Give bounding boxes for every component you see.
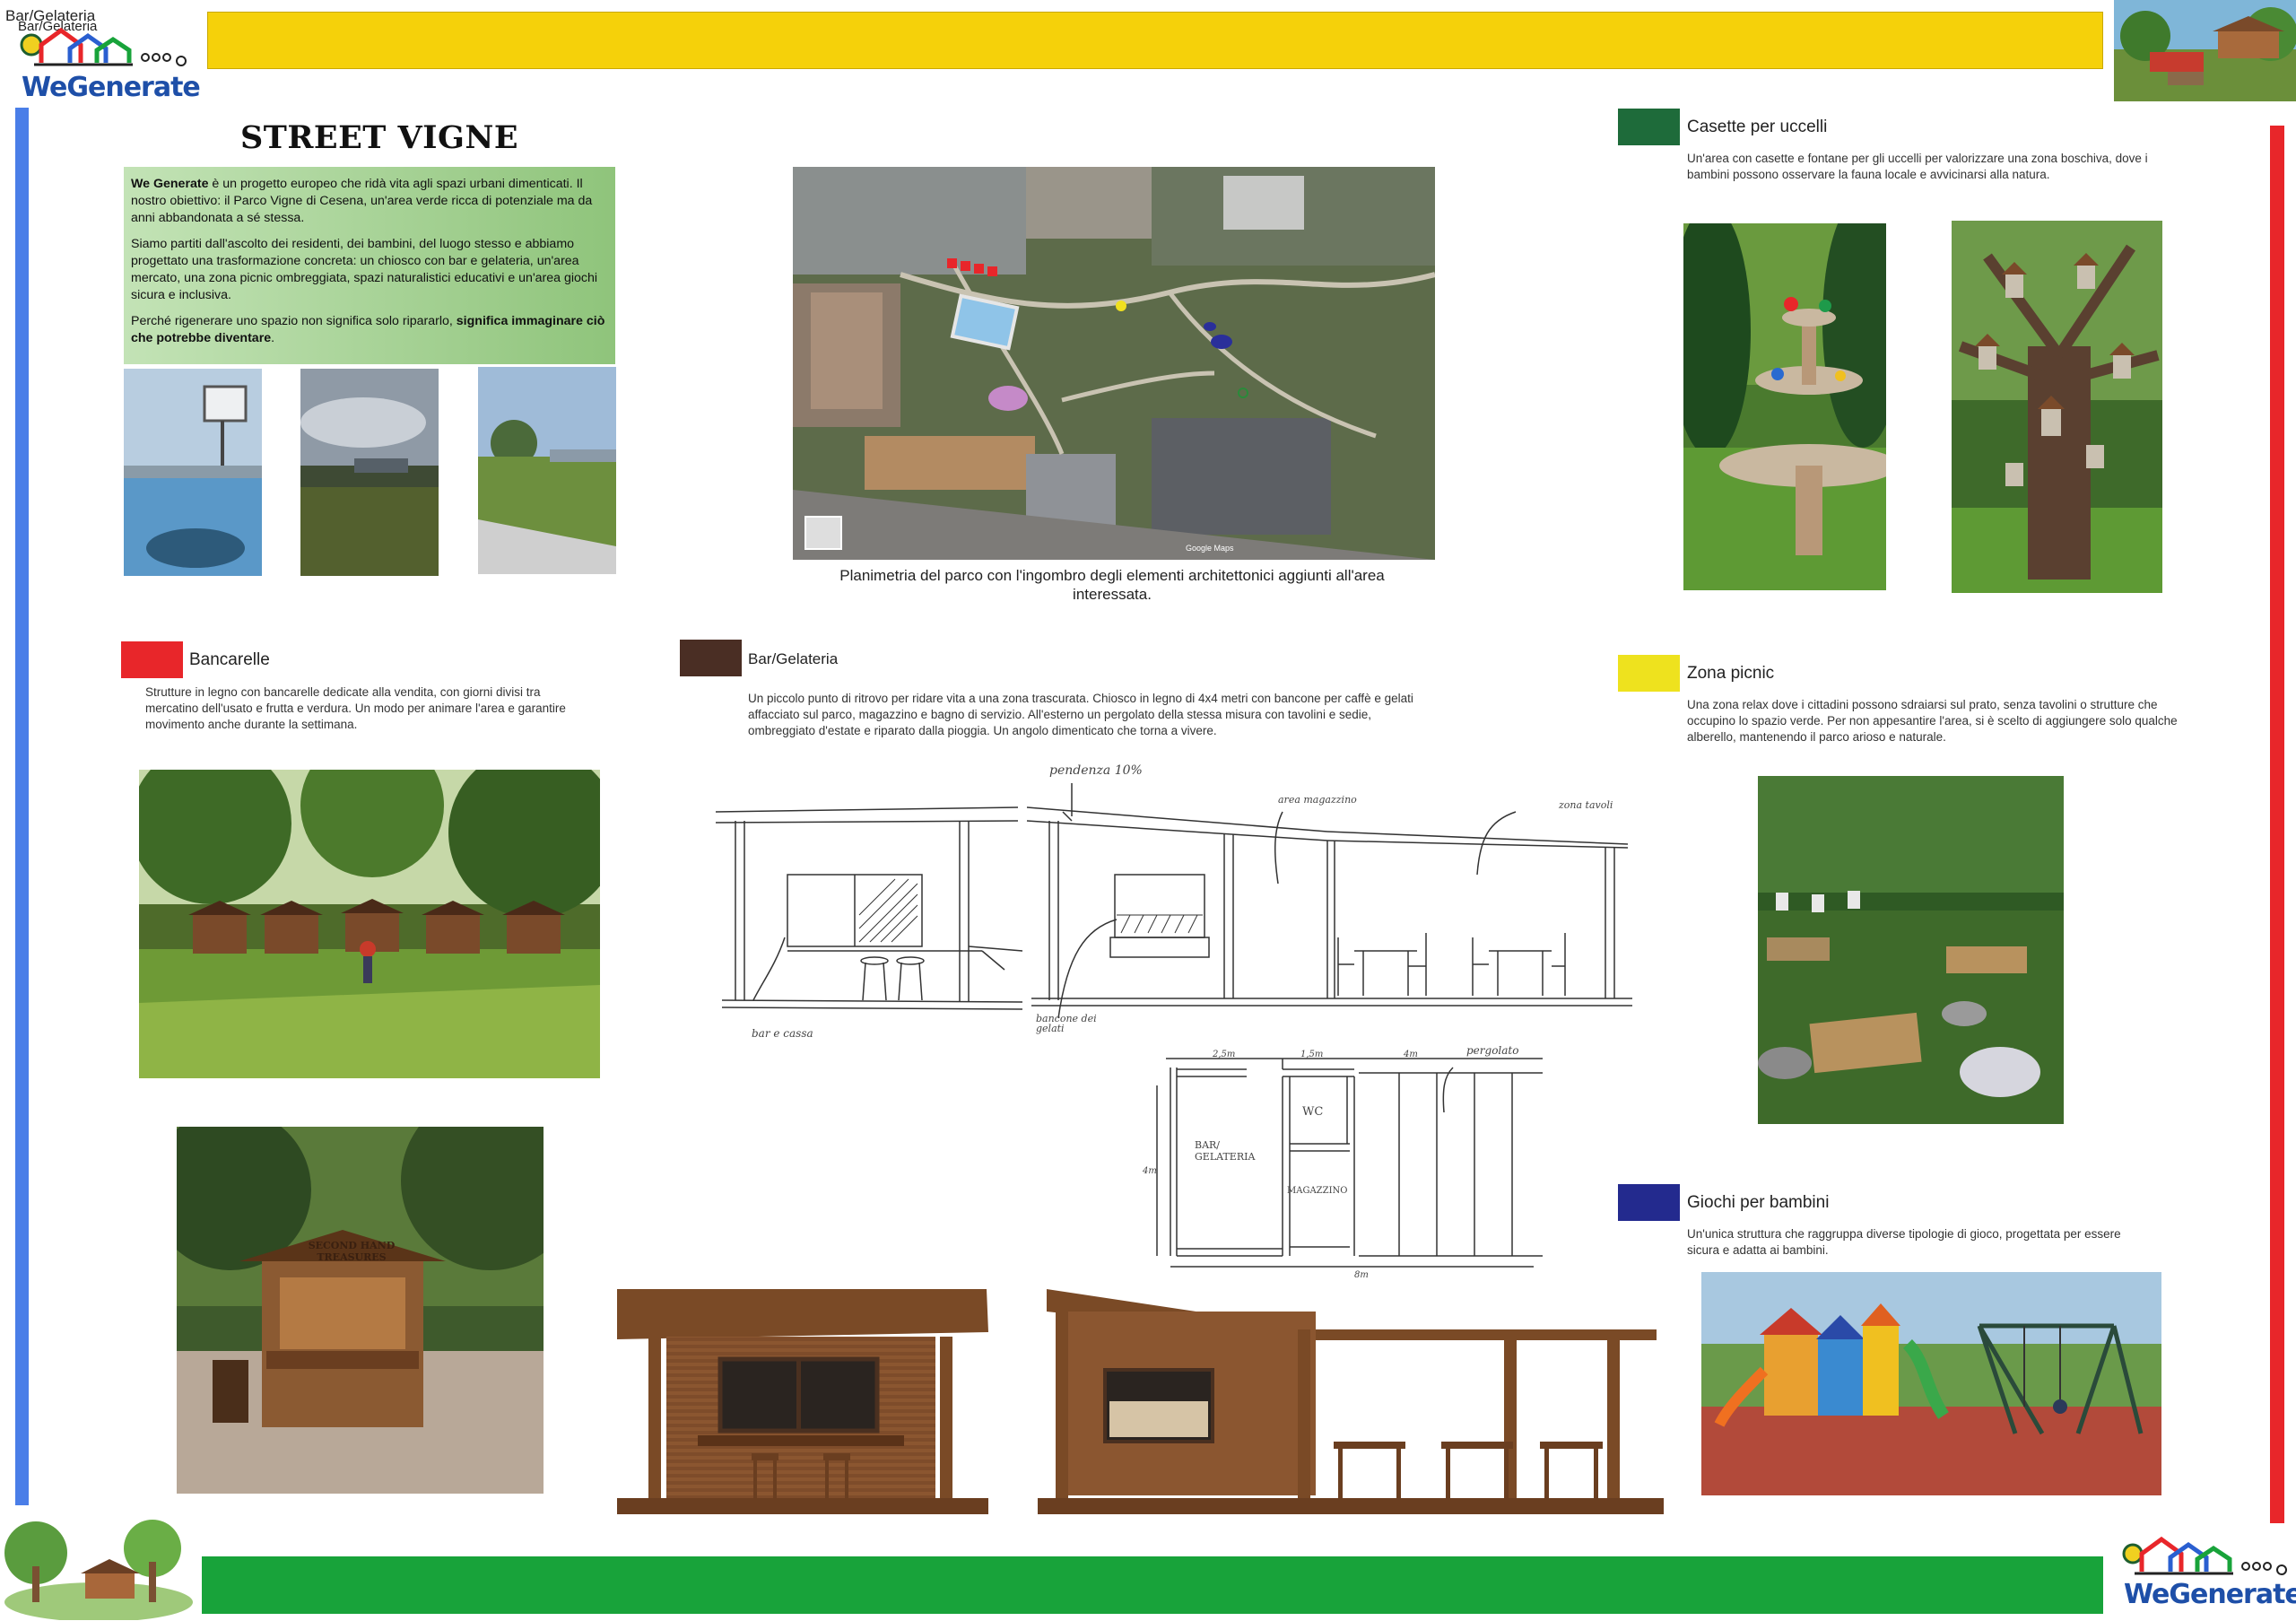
park-illustration-bottom-left [0,1512,193,1620]
dim-label-15: 1,5m [1300,1050,1324,1059]
intro-paragraph-1: We Generate è un progetto europeo che ri… [131,177,593,225]
kiosk-sign-text: SECOND HAND TREASURES [308,1240,396,1263]
birdhouse-tree-photo [1952,221,2162,593]
map-attribution: Google Maps [1186,544,1234,553]
label-zona-tavoli: zona tavoli [1559,799,1613,811]
intro-box: We Generate è un progetto europeo che ri… [124,167,615,364]
houses-icon [2122,1536,2287,1575]
dim-label-4a: 4m [1404,1050,1418,1059]
site-photo-basketball [124,369,262,576]
dim-label-4b: 4m [1143,1166,1157,1176]
logo-generate-text: Generate [66,72,200,103]
right-red-line [2270,126,2284,1523]
bottom-green-bar [202,1556,2103,1614]
sketch-floor-plan: 2,5m 1,5m 4m pergolato 4m 8m WC BAR/ GEL… [1143,1041,1552,1283]
legend-picnic-swatch [1618,655,1680,692]
houses-icon [20,27,187,66]
uccelli-title: Casette per uccelli [1687,118,1828,136]
second-hand-kiosk-photo: SECOND HAND TREASURES [177,1127,544,1494]
park-illustration-top-right [2114,0,2296,101]
dim-label-8: 8m [1354,1270,1369,1280]
legend-giochi-swatch [1618,1184,1680,1221]
label-bar-gelateria: BAR/ GELATERIA [1195,1139,1256,1163]
logo-we-text: We [2124,1579,2170,1610]
dim-label-25: 2,5m [1213,1050,1236,1059]
legend-bar-swatch [680,640,742,676]
intro-paragraph-2: Siamo partiti dall'ascolto dei residenti… [131,237,598,302]
site-photo-field [300,369,439,576]
label-area-magazzino: area magazzino [1278,794,1357,806]
market-stalls-photo [139,770,600,1078]
label-bancone-gelati: bancone dei gelati [1036,1013,1097,1034]
bancarelle-title: Bancarelle [189,650,270,669]
picnic-title: Zona picnic [1687,664,1775,683]
giochi-title: Giochi per bambini [1687,1193,1830,1212]
playground-photo [1701,1272,2161,1495]
legend-uccelli-swatch [1618,109,1680,145]
aerial-map[interactable]: Google Maps [793,167,1435,560]
site-photo-path [478,367,616,574]
picnic-zone-photo [1758,776,2064,1124]
bancarelle-description: Strutture in legno con bancarelle dedica… [145,685,566,731]
wegenerate-logo-top: WeGenerate [16,23,201,104]
uccelli-description: Un'area con casette e fontane per gli uc… [1687,152,2148,181]
kiosk-render-pergola [1038,1285,1664,1516]
sketch-kiosk-elevation: pendenza 10% area magazzino zona tavoli … [709,758,1641,1054]
picnic-description: Una zona relax dove i cittadini possono … [1687,698,2178,744]
label-pendenza: pendenza 10% [1049,763,1143,778]
top-yellow-bar [207,12,2103,69]
page-title: STREET VIGNE [240,119,519,156]
bird-fountain-photo [1683,223,1886,590]
label-pergolato: pergolato [1466,1044,1519,1057]
legend-bancarelle-swatch [121,641,183,678]
giochi-description: Un'unica struttura che raggruppa diverse… [1687,1227,2121,1257]
logo-generate-text: Generate [2169,1579,2296,1610]
label-magazzino: MAGAZZINO [1287,1186,1348,1196]
left-blue-line [15,108,29,1505]
bar-description: Un piccolo punto di ritrovo per ridare v… [748,692,1413,737]
label-wc: WC [1302,1105,1324,1119]
logo-we-text: We [22,72,67,103]
kiosk-render-front [617,1287,988,1516]
bar-title: Bar/Gelateria [748,650,839,667]
label-bar-cassa: bar e cassa [752,1027,813,1040]
wegenerate-logo-bottom: WeGenerate [2120,1534,2296,1615]
intro-paragraph-3: Perché rigenerare uno spazio non signifi… [131,314,605,345]
map-caption: Planimetria del parco con l'ingombro deg… [839,567,1385,603]
